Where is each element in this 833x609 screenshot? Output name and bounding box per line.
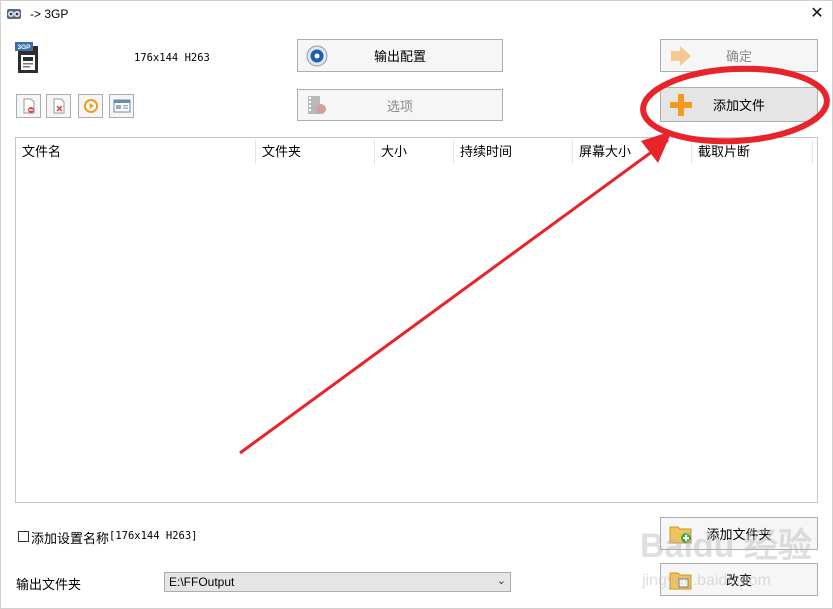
add-folder-button[interactable]: 添加文件夹 (660, 517, 818, 550)
output-config-label: 输出配置 (373, 49, 426, 64)
column-header-clip[interactable]: 截取片断 (692, 140, 813, 164)
column-header-screen-size[interactable]: 屏幕大小 (573, 140, 692, 164)
clear-list-icon (53, 98, 64, 114)
column-header-size[interactable]: 大小 (375, 140, 454, 164)
format-label: 176x144 H263 (134, 52, 210, 64)
change-label: 改变 (725, 573, 752, 588)
arrow-right-icon (671, 45, 691, 66)
play-icon (83, 99, 98, 113)
column-header-filename[interactable]: 文件名 (16, 140, 256, 164)
remove-file-icon (23, 98, 34, 114)
change-button[interactable]: 改变 (660, 563, 818, 596)
add-file-label: 添加文件 (712, 98, 765, 113)
options-button[interactable]: 选项 (297, 89, 503, 121)
add-file-button[interactable]: 添加文件 (660, 87, 818, 122)
media-info-icon (113, 99, 130, 113)
output-config-button[interactable]: 输出配置 (297, 39, 503, 72)
file-list[interactable]: 文件名 文件夹 大小 持续时间 屏幕大小 截取片断 (15, 137, 818, 503)
close-button[interactable]: ✕ (805, 3, 829, 25)
output-folder-label: 输出文件夹 (16, 577, 82, 592)
play-button[interactable] (78, 94, 103, 118)
app-icon (7, 9, 21, 19)
ok-button[interactable]: 确定 (660, 39, 818, 72)
gear-disc-icon (306, 45, 328, 66)
add-setting-name-checkbox[interactable] (18, 531, 29, 542)
file-list-header: 文件名 文件夹 大小 持续时间 屏幕大小 截取片断 (16, 140, 817, 164)
film-settings-icon (308, 96, 326, 114)
options-label: 选项 (386, 98, 413, 114)
output-folder-value: E:\FFOutput (169, 575, 235, 589)
plus-icon (670, 93, 692, 116)
ok-label: 确定 (725, 49, 752, 64)
folder-add-icon (669, 526, 692, 543)
window-title: -> 3GP (30, 7, 69, 21)
title-bar (0, 0, 833, 30)
add-setting-name-label[interactable]: 添加设置名称 (31, 528, 109, 547)
column-header-folder[interactable]: 文件夹 (256, 140, 375, 164)
column-header-duration[interactable]: 持续时间 (454, 140, 573, 164)
media-info-button[interactable] (109, 94, 134, 118)
clear-list-button[interactable] (46, 94, 71, 118)
add-setting-name-value: [176x144 H263] (109, 530, 198, 542)
folder-edit-icon (669, 572, 692, 589)
3gp-file-icon: 3GP (15, 42, 38, 73)
add-folder-label: 添加文件夹 (706, 527, 772, 542)
remove-file-button[interactable] (16, 94, 41, 118)
chevron-down-icon: ⌄ (496, 575, 506, 587)
3gp-badge-text: 3GP (17, 44, 31, 51)
output-folder-select[interactable]: E:\FFOutput ⌄ (164, 572, 511, 592)
